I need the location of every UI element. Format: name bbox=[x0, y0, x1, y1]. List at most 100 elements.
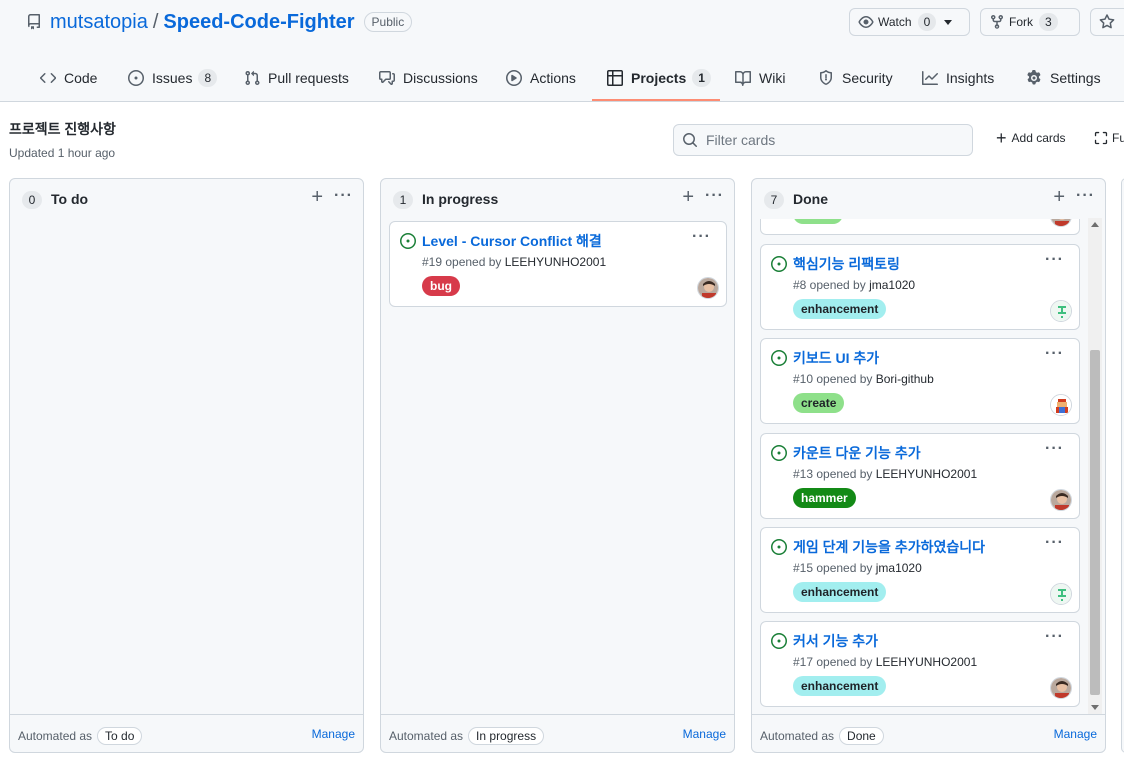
tab-label: Discussions bbox=[403, 70, 478, 86]
tab-insights[interactable]: Insights bbox=[922, 54, 994, 102]
column-header: 7 Done + ··· bbox=[752, 179, 1105, 219]
tab-label: Security bbox=[842, 70, 893, 86]
issue-label[interactable] bbox=[793, 219, 843, 224]
issue-card[interactable]: 커서 기능 추가 #17 opened by LEEHYUNHO2001 enh… bbox=[760, 621, 1080, 707]
issue-label[interactable]: enhancement bbox=[793, 299, 887, 319]
issue-card[interactable]: 핵심기능 리팩토링 #8 opened by jma1020 enhanceme… bbox=[760, 244, 1080, 330]
column-add-card-button[interactable]: + bbox=[311, 187, 323, 207]
column-add-card-button[interactable]: + bbox=[1053, 187, 1065, 207]
column-cards: 핵심기능 리팩토링 #8 opened by jma1020 enhanceme… bbox=[760, 219, 1083, 712]
manage-automation-link[interactable]: Manage bbox=[1054, 727, 1097, 741]
issue-label[interactable]: hammer bbox=[793, 488, 856, 508]
scroll-down-arrow-icon[interactable] bbox=[1091, 705, 1099, 710]
automated-as-label: Automated as bbox=[760, 729, 835, 743]
issue-title-link[interactable]: 커서 기능 추가 bbox=[793, 631, 878, 651]
git-pull-request-icon bbox=[245, 70, 260, 86]
avatar[interactable] bbox=[1050, 394, 1072, 416]
issue-author-link[interactable]: LEEHYUNHO2001 bbox=[876, 655, 977, 669]
issue-title-link[interactable]: Level - Cursor Conflict 해결 bbox=[422, 231, 602, 251]
issue-card[interactable]: 카운트 다운 기능 추가 #13 opened by LEEHYUNHO2001… bbox=[760, 433, 1080, 519]
column-card-count: 7 bbox=[764, 191, 784, 209]
avatar[interactable] bbox=[1050, 300, 1072, 322]
kebab-horizontal-icon[interactable]: ··· bbox=[1045, 345, 1064, 363]
filter-cards-input[interactable] bbox=[706, 132, 956, 148]
tab-wiki[interactable]: Wiki bbox=[735, 54, 785, 102]
scrollbar-thumb[interactable] bbox=[1090, 350, 1100, 695]
issue-meta: #17 opened by LEEHYUNHO2001 bbox=[793, 655, 977, 669]
project-title: 프로젝트 진행사항 bbox=[9, 121, 116, 137]
issue-author-link[interactable]: LEEHYUNHO2001 bbox=[505, 255, 606, 269]
issue-opened-icon bbox=[128, 70, 144, 86]
play-icon bbox=[506, 70, 522, 86]
issue-author-link[interactable]: Bori-github bbox=[876, 372, 934, 386]
column-header: 1 In progress + ··· bbox=[381, 179, 734, 219]
kebab-horizontal-icon[interactable]: ··· bbox=[1045, 251, 1064, 269]
avatar[interactable] bbox=[1050, 219, 1072, 227]
issue-author-link[interactable]: jma1020 bbox=[869, 278, 915, 292]
tab-label: Actions bbox=[530, 70, 576, 86]
issue-title-link[interactable]: 핵심기능 리팩토링 bbox=[793, 254, 900, 274]
column-title: Done bbox=[793, 191, 828, 207]
manage-automation-link[interactable]: Manage bbox=[683, 727, 726, 741]
tab-label: Issues bbox=[152, 70, 193, 86]
repo-owner-link[interactable]: mutsatopia bbox=[50, 11, 148, 34]
column-title: In progress bbox=[422, 191, 499, 207]
issue-label[interactable]: enhancement bbox=[793, 676, 887, 696]
selected-tab-indicator bbox=[592, 99, 720, 101]
repo-title: mutsatopia / Speed-Code-Fighter Public bbox=[26, 10, 413, 34]
project-updated: Updated 1 hour ago bbox=[9, 146, 116, 160]
issue-number: #8 opened by bbox=[793, 278, 866, 292]
tab-actions[interactable]: Actions bbox=[506, 54, 576, 102]
repo-name-link[interactable]: Speed-Code-Fighter bbox=[163, 11, 354, 34]
issue-label[interactable]: enhancement bbox=[793, 582, 887, 602]
issue-card[interactable]: 게임 단계 기능을 추가하였습니다 #15 opened by jma1020 … bbox=[760, 527, 1080, 613]
avatar[interactable] bbox=[1050, 489, 1072, 511]
fullscreen-button[interactable]: Fu bbox=[1094, 131, 1124, 145]
watch-button[interactable]: Watch 0 bbox=[849, 8, 970, 36]
issue-title-link[interactable]: 키보드 UI 추가 bbox=[793, 348, 879, 368]
kebab-horizontal-icon[interactable]: ··· bbox=[1045, 440, 1064, 458]
issue-title-link[interactable]: 게임 단계 기능을 추가하였습니다 bbox=[793, 537, 985, 557]
star-button[interactable] bbox=[1090, 8, 1124, 36]
scroll-up-arrow-icon[interactable] bbox=[1091, 222, 1099, 227]
column-done: 7 Done + ··· 핵심기능 리팩토링 #8 opened by jma1… bbox=[751, 178, 1106, 753]
issue-card[interactable]: 키보드 UI 추가 #10 opened by Bori-github crea… bbox=[760, 338, 1080, 424]
issue-opened-icon bbox=[771, 350, 787, 366]
column-add-card-button[interactable]: + bbox=[682, 187, 694, 207]
kebab-horizontal-icon[interactable]: ··· bbox=[1045, 534, 1064, 552]
issue-label[interactable]: create bbox=[793, 393, 845, 413]
issue-card[interactable] bbox=[760, 219, 1080, 235]
issue-opened-icon bbox=[771, 256, 787, 272]
kebab-horizontal-icon[interactable]: ··· bbox=[1076, 187, 1095, 205]
issue-author-link[interactable]: LEEHYUNHO2001 bbox=[876, 467, 977, 481]
kebab-horizontal-icon[interactable]: ··· bbox=[1045, 628, 1064, 646]
add-cards-button[interactable]: + Add cards bbox=[996, 129, 1066, 147]
tab-issues[interactable]: Issues 8 bbox=[128, 54, 218, 102]
tab-code[interactable]: Code bbox=[40, 54, 97, 102]
fork-label: Fork bbox=[1009, 15, 1033, 29]
manage-automation-link[interactable]: Manage bbox=[312, 727, 355, 741]
gear-icon bbox=[1027, 70, 1041, 85]
issue-card[interactable]: Level - Cursor Conflict 해결 #19 opened by… bbox=[389, 221, 727, 307]
tab-projects[interactable]: Projects 1 bbox=[607, 54, 711, 102]
avatar[interactable] bbox=[697, 277, 719, 299]
automated-as-label: Automated as bbox=[18, 729, 93, 743]
kebab-horizontal-icon[interactable]: ··· bbox=[705, 187, 724, 205]
tab-security[interactable]: Security bbox=[818, 54, 893, 102]
fork-button[interactable]: Fork 3 bbox=[980, 8, 1080, 36]
column-scrollbar[interactable] bbox=[1088, 218, 1102, 714]
issue-author-link[interactable]: jma1020 bbox=[876, 561, 922, 575]
avatar[interactable] bbox=[1050, 583, 1072, 605]
tab-discussions[interactable]: Discussions bbox=[379, 54, 478, 102]
watch-label: Watch bbox=[878, 15, 912, 29]
column-card-count: 0 bbox=[22, 191, 42, 209]
issue-label[interactable]: bug bbox=[422, 276, 460, 296]
column-footer: Automated as In progress Manage bbox=[381, 714, 734, 752]
filter-cards-field[interactable] bbox=[673, 124, 973, 156]
kebab-horizontal-icon[interactable]: ··· bbox=[334, 187, 353, 205]
tab-pull-requests[interactable]: Pull requests bbox=[244, 54, 349, 102]
issue-title-link[interactable]: 카운트 다운 기능 추가 bbox=[793, 443, 921, 463]
avatar[interactable] bbox=[1050, 677, 1072, 699]
tab-settings[interactable]: Settings bbox=[1026, 54, 1101, 102]
kebab-horizontal-icon[interactable]: ··· bbox=[692, 228, 711, 246]
